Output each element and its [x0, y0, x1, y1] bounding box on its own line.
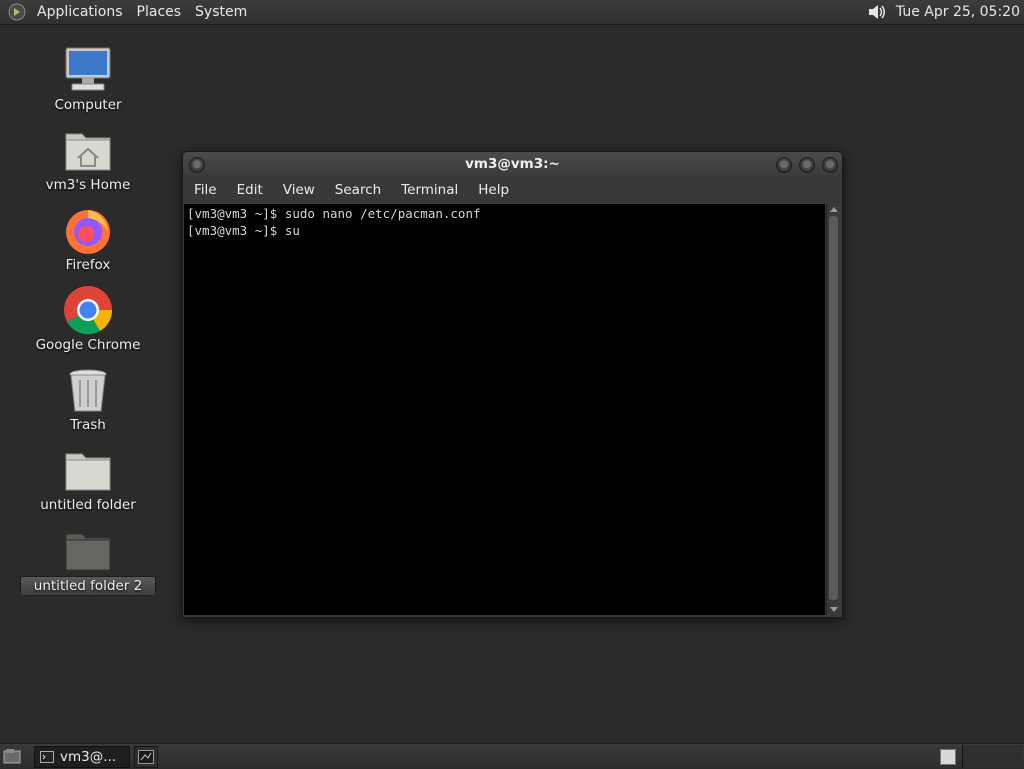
maximize-button[interactable]	[799, 157, 815, 173]
computer-icon	[65, 47, 111, 91]
desktop-icon-computer[interactable]: Computer	[18, 44, 158, 114]
menu-edit[interactable]: Edit	[227, 182, 273, 198]
folder-icon	[65, 533, 111, 571]
workspace-1[interactable]	[940, 749, 956, 765]
folder-icon	[65, 453, 111, 491]
menu-file[interactable]: File	[183, 182, 227, 198]
scroll-thumb[interactable]	[829, 216, 838, 600]
clock[interactable]: Tue Apr 25, 05:20	[888, 4, 1024, 20]
top-panel: Applications Places System Tue Apr 25, 0…	[0, 0, 1024, 25]
taskbar-label: vm3@...	[60, 749, 117, 765]
menu-terminal[interactable]: Terminal	[391, 182, 468, 198]
terminal-icon	[40, 751, 54, 763]
desktop-icon-label: Firefox	[65, 257, 111, 273]
terminal-scrollbar[interactable]	[826, 204, 841, 615]
minimize-button[interactable]	[776, 157, 792, 173]
firefox-icon	[66, 210, 110, 254]
terminal-window[interactable]: vm3@vm3:~ File Edit View Search Terminal…	[182, 151, 843, 618]
desktop-icon-label: untitled folder	[40, 497, 136, 513]
desktop-icon-untitled-folder[interactable]: untitled folder	[18, 444, 158, 514]
window-titlebar[interactable]: vm3@vm3:~	[183, 152, 842, 177]
menu-help[interactable]: Help	[468, 182, 519, 198]
gnome-logo-icon[interactable]	[8, 3, 26, 21]
home-folder-icon	[65, 133, 111, 171]
menu-applications[interactable]: Applications	[30, 4, 130, 20]
volume-icon[interactable]	[866, 1, 888, 23]
workspace-2[interactable]	[962, 745, 1023, 767]
scroll-down-icon[interactable]	[830, 607, 838, 612]
desktop-icon-label: Computer	[54, 97, 122, 113]
desktop-icon-trash[interactable]: Trash	[18, 364, 158, 434]
desktop-icon-label: untitled folder 2	[20, 576, 156, 596]
terminal-line: [vm3@vm3 ~]$ su	[187, 223, 300, 238]
window-title: vm3@vm3:~	[465, 156, 560, 172]
terminal-line: [vm3@vm3 ~]$ sudo nano /etc/pacman.conf	[187, 206, 481, 221]
desktop-icon-label: Trash	[70, 417, 106, 433]
window-menu-button[interactable]	[189, 157, 205, 173]
desktop-icon-home[interactable]: vm3's Home	[18, 124, 158, 194]
menu-system[interactable]: System	[188, 4, 254, 20]
desktop-icon-firefox[interactable]: Firefox	[18, 204, 158, 274]
terminal-icon	[138, 750, 154, 764]
taskbar-window-button[interactable]	[134, 746, 158, 768]
desktop-icon-label: vm3's Home	[45, 177, 131, 193]
desktop-icon-label: Google Chrome	[35, 337, 141, 353]
chrome-icon	[64, 286, 113, 335]
menu-view[interactable]: View	[273, 182, 325, 198]
tray: Tue Apr 25, 05:20	[866, 0, 1024, 24]
desktop-icon-untitled-folder-2[interactable]: untitled folder 2	[18, 524, 158, 596]
menu-search[interactable]: Search	[325, 182, 391, 198]
scroll-up-icon[interactable]	[830, 207, 838, 212]
top-menu: Applications Places System	[30, 0, 254, 24]
show-desktop-icon[interactable]	[3, 748, 21, 764]
desktop-icon-chrome[interactable]: Google Chrome	[18, 284, 158, 354]
bottom-panel: vm3@...	[0, 743, 1024, 769]
terminal-output[interactable]: [vm3@vm3 ~]$ sudo nano /etc/pacman.conf …	[184, 204, 825, 615]
trash-icon	[69, 369, 107, 412]
terminal-menubar: File Edit View Search Terminal Help	[183, 177, 842, 203]
taskbar-terminal-button[interactable]: vm3@...	[34, 746, 130, 768]
close-button[interactable]	[822, 157, 838, 173]
menu-places[interactable]: Places	[130, 4, 189, 20]
